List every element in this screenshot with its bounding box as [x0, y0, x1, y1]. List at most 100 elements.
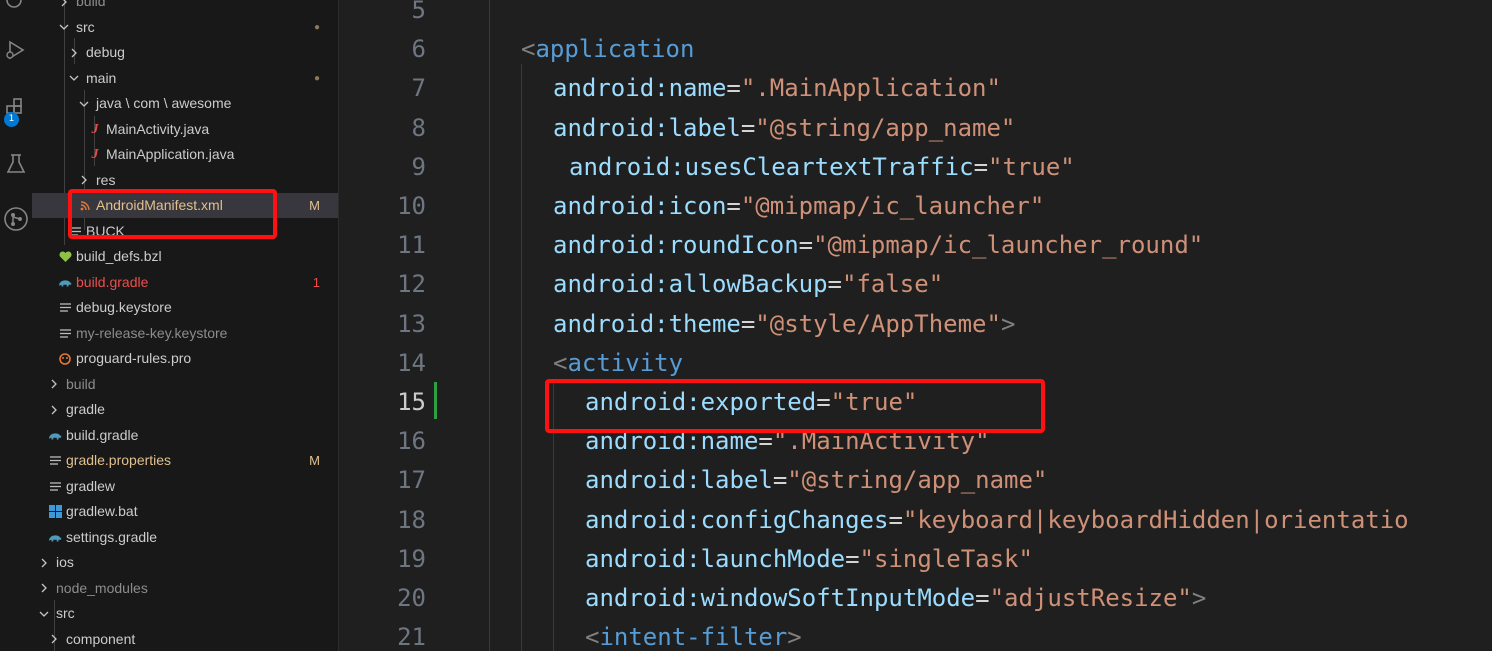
tree-file[interactable]: settings.gradle	[32, 525, 338, 550]
chevron-right-icon[interactable]	[38, 576, 50, 601]
git-modified-badge: M	[309, 453, 320, 468]
line-number: 11	[397, 231, 426, 260]
code-line[interactable]: 21 <intent-filter>	[339, 618, 1492, 651]
explorer-panel: build src ● debug main ● java \ com \ awesome J…	[32, 0, 339, 651]
java-icon: J	[91, 147, 99, 162]
code-line[interactable]: 14 <activity	[339, 344, 1492, 383]
tree-item-label: gradlew.bat	[66, 503, 138, 519]
tree-item-label: gradle.properties	[66, 452, 172, 468]
tree-item-label: node_modules	[56, 579, 148, 596]
code-token: "singleTask"	[859, 544, 1033, 573]
line-number: 19	[397, 544, 426, 573]
code-content: android:launchMode="singleTask"	[585, 540, 1033, 579]
tree-folder[interactable]: node_modules	[32, 576, 338, 601]
code-content: <activity	[553, 344, 683, 383]
line-number: 14	[397, 348, 426, 377]
code-line[interactable]: 20 android:windowSoftInputMode="adjustRes…	[339, 579, 1492, 618]
tree-file[interactable]: gradle.properties M	[32, 448, 338, 473]
modified-dot: ●	[313, 21, 320, 33]
tree-folder[interactable]: gradle	[32, 397, 338, 422]
code-token: <	[585, 623, 600, 651]
line-number: 5	[411, 0, 426, 24]
chevron-right-icon[interactable]	[58, 0, 70, 14]
tree-file[interactable]: debug.keystore	[32, 295, 338, 320]
chevron-right-icon[interactable]	[48, 397, 60, 422]
line-number: 7	[411, 74, 426, 103]
code-content: android:usesCleartextTraffic="true"	[569, 148, 1075, 187]
chevron-right-icon[interactable]	[68, 40, 80, 65]
tree-file[interactable]: proguard-rules.pro	[32, 346, 338, 371]
code-line[interactable]: 12 android:allowBackup="false"	[339, 265, 1492, 304]
chevron-right-icon[interactable]	[38, 550, 50, 575]
code-token: >	[1191, 584, 1207, 612]
tree-file[interactable]: J MainApplication.java	[32, 142, 338, 167]
code-line[interactable]: 8 android:label="@string/app_name"	[339, 109, 1492, 148]
code-line[interactable]: 9 android:usesCleartextTraffic="true"	[339, 148, 1492, 187]
tree-folder[interactable]: ios	[32, 550, 338, 575]
tree-file[interactable]: J MainActivity.java	[32, 117, 338, 142]
tree-item-label: build	[66, 375, 96, 392]
code-line[interactable]: 6 <application	[339, 30, 1492, 69]
tree-file[interactable]: build.gradle	[32, 423, 338, 448]
tree-file[interactable]: build_defs.bzl	[32, 244, 338, 269]
code-token: =	[772, 466, 788, 495]
code-token: <	[521, 35, 536, 64]
code-token: =	[888, 505, 903, 534]
code-content: android:label="@string/app_name"	[585, 461, 1047, 500]
code-line[interactable]: 7 android:name=".MainApplication"	[339, 69, 1492, 108]
tree-item-label: src	[76, 18, 95, 35]
code-token: "@style/AppTheme"	[755, 309, 1001, 338]
code-content: <application	[521, 30, 694, 69]
tree-folder[interactable]: src	[32, 601, 338, 626]
tree-item-label: ios	[56, 554, 74, 570]
tree-item-label: build.gradle	[66, 426, 139, 443]
code-token: android:configChanges	[585, 505, 889, 534]
tree-folder[interactable]: main ●	[32, 66, 338, 91]
highlight-box-manifest	[68, 189, 277, 239]
activity-bar: 1	[0, 0, 33, 651]
tree-folder[interactable]: component	[32, 627, 338, 651]
tree-folder[interactable]: build	[32, 372, 338, 397]
code-line[interactable]: 19 android:launchMode="singleTask"	[339, 540, 1492, 579]
code-line[interactable]: 13 android:theme="@style/AppTheme">	[339, 305, 1492, 344]
code-token: =	[726, 192, 741, 220]
chevron-down-icon[interactable]	[38, 601, 50, 626]
tree-file[interactable]: build.gradle 1	[32, 270, 338, 295]
tree-folder[interactable]: java \ com \ awesome	[32, 91, 338, 116]
chevron-down-icon[interactable]	[68, 66, 80, 91]
line-number: 18	[397, 505, 426, 534]
run-debug-icon[interactable]	[0, 38, 32, 62]
code-token: =	[726, 74, 741, 103]
code-line[interactable]: 10 android:icon="@mipmap/ic_launcher"	[339, 187, 1492, 226]
code-token: android:name	[553, 74, 727, 103]
code-line[interactable]: 5	[339, 0, 1492, 30]
code-token: android:label	[553, 113, 741, 142]
git-graph-icon[interactable]	[0, 206, 32, 232]
tree-folder[interactable]: build	[32, 0, 338, 14]
tree-file[interactable]: gradlew	[32, 474, 338, 499]
chevron-right-icon[interactable]	[48, 372, 60, 397]
chevron-down-icon[interactable]	[58, 15, 70, 40]
code-token: =	[845, 544, 860, 573]
tree-item-label: java \ com \ awesome	[96, 95, 232, 111]
files-icon[interactable]	[0, 0, 32, 14]
tree-folder[interactable]: debug	[32, 40, 338, 65]
code-line[interactable]: 18 android:configChanges="keyboard|keyboa…	[339, 501, 1492, 540]
chevron-right-icon[interactable]	[48, 627, 60, 651]
tree-file[interactable]: my-release-key.keystore	[32, 321, 338, 346]
code-token: >	[1000, 309, 1016, 338]
code-line[interactable]: 17 android:label="@string/app_name"	[339, 461, 1492, 500]
tree-folder[interactable]: src ●	[32, 15, 338, 40]
code-line[interactable]: 11 android:roundIcon="@mipmap/ic_launcher…	[339, 226, 1492, 265]
tree-item-label: src	[56, 605, 75, 621]
code-token: =	[740, 113, 756, 142]
code-editor[interactable]: 5 6 <application 7 android:name=".MainApplic…	[339, 0, 1492, 651]
tree-file[interactable]: gradlew.bat	[32, 499, 338, 524]
chevron-down-icon[interactable]	[78, 91, 90, 116]
tree-item-label: proguard-rules.pro	[76, 350, 192, 366]
code-token: android:windowSoftInputMode	[585, 584, 976, 612]
testing-icon[interactable]	[0, 152, 32, 176]
line-number: 9	[411, 152, 426, 181]
tree-item-label: gradle	[66, 401, 105, 417]
code-token: >	[787, 623, 802, 651]
